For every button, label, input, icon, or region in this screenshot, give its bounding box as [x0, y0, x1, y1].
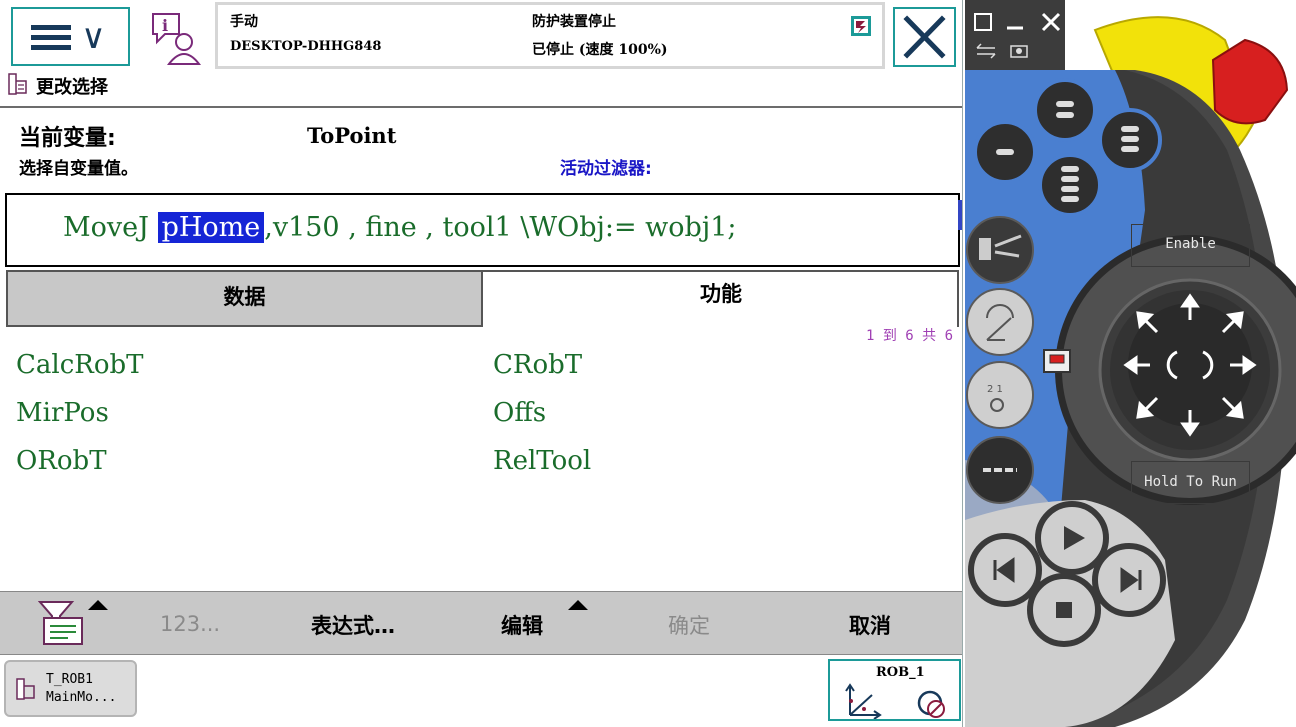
- hold-to-run-label: Hold To Run: [1131, 461, 1250, 504]
- chevron-down-icon: ∨: [81, 17, 106, 57]
- jog-mode-key[interactable]: [966, 288, 1034, 356]
- jog-coordinates-icon: [845, 683, 945, 719]
- increment-key[interactable]: [966, 436, 1034, 504]
- task-name: T_ROB1: [46, 672, 93, 687]
- close-icon: [903, 15, 946, 59]
- pendant-body: 2 1: [965, 0, 1296, 727]
- guard-status: 防护装置停止: [532, 14, 616, 30]
- edit-button[interactable]: 编辑: [501, 610, 543, 640]
- instruction-editor[interactable]: MoveJ pHome ,v150 , fine , tool1 \WObj:= …: [5, 193, 960, 267]
- operating-mode: 手动: [230, 14, 258, 30]
- task-program-button[interactable]: T_ROB1 MainMo...: [4, 660, 137, 717]
- instruction-scrollbar[interactable]: [958, 200, 962, 230]
- select-argument-hint: 选择自变量值。: [19, 159, 138, 179]
- instruction-arguments[interactable]: ,v150 , fine , tool1 \WObj:= wobj1;: [264, 212, 736, 243]
- active-filter-label: 活动过滤器:: [560, 159, 652, 179]
- module-name: MainMo...: [46, 690, 117, 705]
- filter-icon[interactable]: [38, 598, 86, 648]
- expression-button[interactable]: 表达式…: [311, 610, 395, 640]
- usb-port-icon: [1043, 349, 1071, 373]
- hamburger-icon: [31, 25, 71, 51]
- event-info-icon[interactable]: i: [149, 10, 203, 66]
- paging-indicator: 1 到 6 共 6: [866, 328, 954, 344]
- quickset-robot-button[interactable]: ROB_1: [828, 659, 961, 721]
- robot-name: ROB_1: [876, 665, 925, 680]
- list-item[interactable]: MirPos: [16, 398, 109, 428]
- list-item[interactable]: ORobT: [16, 446, 107, 476]
- tab-data[interactable]: 数据: [6, 270, 483, 327]
- event-log-icon[interactable]: [850, 15, 872, 37]
- start-button[interactable]: [1035, 501, 1109, 575]
- list-item[interactable]: Offs: [493, 398, 546, 428]
- flexpendant-screen: ∨ i 手动 DESKTOP-DHHG848 防护装置停止 已停止 (速度 10…: [0, 0, 963, 727]
- numpad-button: 123...: [160, 612, 221, 636]
- cancel-button[interactable]: 取消: [849, 610, 891, 640]
- tab-functions[interactable]: 功能: [483, 270, 959, 327]
- mechanical-unit-key[interactable]: [966, 216, 1034, 284]
- run-status: 已停止 (速度 100%): [532, 42, 668, 58]
- instruction-line: MoveJ pHome ,v150 , fine , tool1 \WObj:= …: [63, 212, 736, 243]
- list-item[interactable]: CRobT: [493, 350, 582, 380]
- tab-divider: [957, 270, 959, 327]
- current-variable-label: 当前变量:: [19, 126, 116, 151]
- ok-button: 确定: [668, 614, 710, 638]
- close-button[interactable]: [893, 7, 956, 67]
- program-editor-icon: [16, 678, 35, 700]
- svg-text:2 1: 2 1: [987, 384, 1003, 395]
- pendant-hardware: 2 1: [965, 0, 1296, 727]
- toggle-unit-key[interactable]: 2 1: [966, 361, 1034, 429]
- enable-device-label: Enable: [1131, 224, 1250, 267]
- header-divider: [0, 106, 962, 108]
- selected-argument[interactable]: pHome: [157, 212, 265, 243]
- controller-name: DESKTOP-DHHG848: [230, 39, 382, 54]
- current-variable-value: ToPoint: [307, 123, 397, 148]
- step-forward-button[interactable]: [1092, 543, 1166, 617]
- main-menu-button[interactable]: ∨: [11, 7, 130, 66]
- step-backward-button[interactable]: [968, 533, 1042, 607]
- command-bar: 123... 表达式… 编辑 确定 取消: [0, 591, 962, 655]
- instruction-keyword: MoveJ: [63, 212, 149, 243]
- list-item[interactable]: CalcRobT: [16, 350, 144, 380]
- status-panel[interactable]: 手动 DESKTOP-DHHG848 防护装置停止 已停止 (速度 100%): [215, 2, 885, 69]
- edit-menu-arrow-icon: [568, 600, 588, 610]
- stop-button[interactable]: [1027, 573, 1101, 647]
- program-editor-icon: [8, 73, 27, 95]
- filter-menu-arrow-icon: [88, 600, 108, 610]
- list-item[interactable]: RelTool: [493, 446, 591, 476]
- page-title: 更改选择: [36, 77, 108, 98]
- svg-text:i: i: [162, 16, 168, 35]
